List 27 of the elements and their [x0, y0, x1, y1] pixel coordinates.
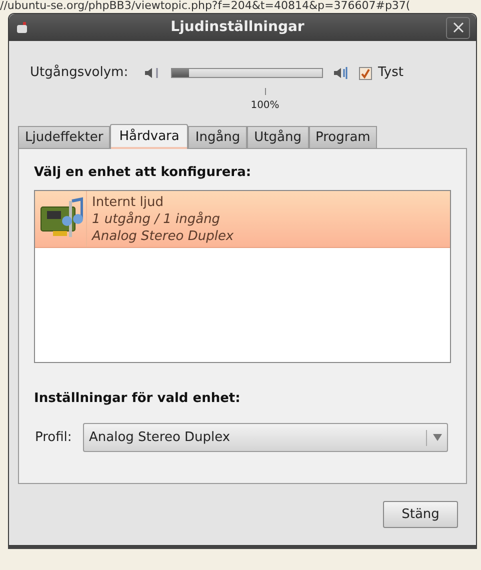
device-row[interactable]: Internt ljud 1 utgång / 1 ingång Analog Stereo Duplex [35, 190, 450, 248]
scale-tick [264, 88, 266, 95]
device-name: Internt ljud [92, 194, 164, 210]
volume-slider[interactable] [171, 68, 323, 78]
device-profile: Analog Stereo Duplex [92, 228, 234, 244]
tab[interactable]: Utgång [247, 126, 308, 148]
tab[interactable]: Program [308, 126, 378, 148]
mute-checkbox[interactable] [359, 66, 372, 80]
window-title: Ljudinställningar [170, 18, 306, 37]
close-icon [452, 22, 464, 33]
volume-label: Utgångsvolym: [30, 64, 130, 82]
dropdown-arrow-icon [433, 434, 442, 441]
tab[interactable]: Ingång [188, 126, 248, 148]
profile-label: Profil: [35, 428, 73, 447]
close-button[interactable] [446, 16, 470, 38]
profile-dropdown[interactable]: Analog Stereo Duplex [83, 423, 448, 452]
close-dialog-button[interactable]: Stäng [383, 501, 458, 528]
section-heading: Inställningar för vald enhet: [34, 390, 242, 408]
tab[interactable]: Ljudeffekter [18, 126, 110, 148]
scale-mark: 100% [250, 99, 280, 113]
mute-label: Tyst [378, 64, 404, 82]
device-ports: 1 utgång / 1 ingång [92, 210, 222, 228]
speaker-low-icon [144, 67, 159, 79]
section-heading: Välj en enhet att konfigurera: [34, 164, 252, 182]
speaker-high-icon [333, 67, 348, 79]
tab[interactable]: Hårdvara [110, 124, 188, 149]
url-text: //ubuntu-se.org/phpBB3/viewtopic.php?f=204&t=40814&p=376607#p37( [0, 0, 410, 12]
